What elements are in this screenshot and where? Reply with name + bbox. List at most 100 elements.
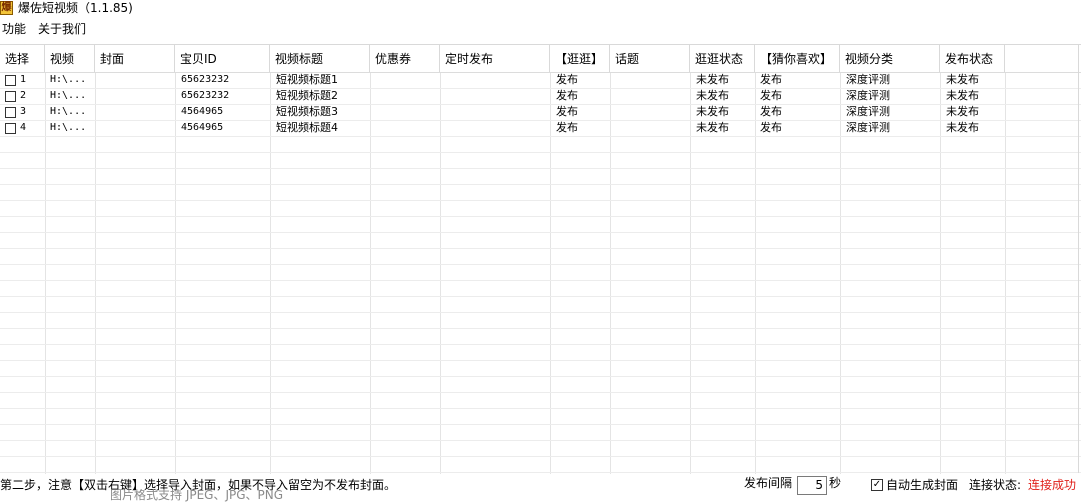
gg-status-value: 未发布	[696, 89, 729, 102]
grid-line	[755, 72, 756, 474]
row-number: 3	[20, 106, 27, 117]
grid-line	[175, 72, 176, 474]
grid-line	[0, 440, 1081, 441]
grid-line	[0, 456, 1081, 457]
column-header-item-id[interactable]: 宝贝ID	[175, 45, 270, 72]
guess-value: 发布	[760, 73, 782, 86]
guangguang-value: 发布	[556, 73, 578, 86]
grid-line	[0, 344, 1081, 345]
grid-line	[0, 232, 1081, 233]
category-value: 深度评测	[846, 121, 890, 134]
menu-item-functions[interactable]: 功能	[0, 20, 28, 38]
video-title: 短视频标题4	[276, 121, 338, 134]
gg-status-value: 未发布	[696, 73, 729, 86]
guangguang-value: 发布	[556, 89, 578, 102]
column-header-scheduled[interactable]: 定时发布	[440, 45, 550, 72]
gg-status-value: 未发布	[696, 105, 729, 118]
row-checkbox[interactable]	[5, 75, 16, 86]
grid-line	[0, 248, 1081, 249]
category-value: 深度评测	[846, 105, 890, 118]
video-title: 短视频标题3	[276, 105, 338, 118]
grid-line	[840, 72, 841, 474]
column-header-guess-you-like[interactable]: 【猜你喜欢】	[755, 45, 840, 72]
guess-value: 发布	[760, 105, 782, 118]
grid-line	[0, 360, 1081, 361]
grid-line	[0, 184, 1081, 185]
column-header-topic[interactable]: 话题	[610, 45, 690, 72]
app-logo-icon: 爆	[0, 1, 13, 15]
guangguang-value: 发布	[556, 105, 578, 118]
interval-unit: 秒	[829, 476, 842, 490]
checkmark-icon: ✓	[872, 479, 882, 490]
item-id: 4564965	[181, 122, 224, 133]
grid-line	[0, 328, 1081, 329]
video-path: H:\...	[50, 90, 87, 101]
column-header-video[interactable]: 视频	[45, 45, 95, 72]
title-bar: 爆 爆佐短视频（1.1.85)	[0, 0, 1081, 18]
column-header-category[interactable]: 视频分类	[840, 45, 940, 72]
guess-value: 发布	[760, 89, 782, 102]
row-number: 4	[20, 122, 27, 133]
connection-label: 连接状态:	[969, 478, 1022, 492]
guangguang-value: 发布	[556, 121, 578, 134]
window-title: 爆佐短视频（1.1.85)	[18, 1, 133, 15]
row-checkbox[interactable]	[5, 123, 16, 134]
grid-line	[370, 72, 371, 474]
column-header-guangguang[interactable]: 【逛逛】	[550, 45, 610, 72]
grid-border	[1078, 44, 1079, 473]
menu-item-about[interactable]: 关于我们	[36, 20, 88, 38]
grid-line	[0, 472, 1081, 473]
grid-line	[0, 264, 1081, 265]
menu-bar: 功能 关于我们	[0, 20, 1081, 38]
video-title: 短视频标题1	[276, 73, 338, 86]
grid-line	[1005, 72, 1006, 474]
grid-line	[0, 136, 1081, 137]
grid-line	[0, 424, 1081, 425]
column-header-cover[interactable]: 封面	[95, 45, 175, 72]
interval-label: 发布间隔	[744, 476, 793, 490]
grid-line	[0, 104, 1081, 105]
grid-line	[0, 88, 1081, 89]
header-divider	[0, 72, 1081, 73]
video-path: H:\...	[50, 122, 87, 133]
gg-status-value: 未发布	[696, 121, 729, 134]
grid-line	[0, 376, 1081, 377]
item-id: 65623232	[181, 74, 230, 85]
column-header-publish-status[interactable]: 发布状态	[940, 45, 1005, 72]
grid-line	[0, 392, 1081, 393]
video-path: H:\...	[50, 106, 87, 117]
grid-line	[550, 72, 551, 474]
interval-input[interactable]: 5	[797, 476, 827, 495]
video-path: H:\...	[50, 74, 87, 85]
publish-status-value: 未发布	[946, 105, 979, 118]
guess-value: 发布	[760, 121, 782, 134]
grid-line	[0, 312, 1081, 313]
row-checkbox[interactable]	[5, 107, 16, 118]
row-number: 1	[20, 74, 27, 85]
column-header-title[interactable]: 视频标题	[270, 45, 370, 72]
grid-line	[0, 200, 1081, 201]
item-id: 4564965	[181, 106, 224, 117]
grid-line	[0, 152, 1081, 153]
row-checkbox[interactable]	[5, 91, 16, 102]
grid-line	[690, 72, 691, 474]
column-header-coupon[interactable]: 优惠券	[370, 45, 440, 72]
grid-line	[45, 72, 46, 474]
grid-line	[0, 408, 1081, 409]
video-title: 短视频标题2	[276, 89, 338, 102]
auto-cover-label[interactable]: 自动生成封面	[886, 477, 958, 493]
grid-line	[0, 168, 1081, 169]
grid-line	[610, 72, 611, 474]
column-header-select[interactable]: 选择	[0, 45, 45, 72]
category-value: 深度评测	[846, 89, 890, 102]
column-header-gg-status[interactable]: 逛逛状态	[690, 45, 755, 72]
hint-subtext: 图片格式支持 JPEG、JPG、PNG	[110, 489, 284, 502]
publish-status-value: 未发布	[946, 121, 979, 134]
grid-line	[440, 72, 441, 474]
item-id: 65623232	[181, 90, 230, 101]
grid-line	[940, 72, 941, 474]
grid-line	[270, 72, 271, 474]
grid-line	[0, 120, 1081, 121]
auto-cover-checkbox[interactable]: ✓	[871, 479, 883, 491]
video-table[interactable]: 选择 视频 封面 宝贝ID 视频标题 优惠券 定时发布 【逛逛】 话题 逛逛状态…	[0, 44, 1081, 475]
